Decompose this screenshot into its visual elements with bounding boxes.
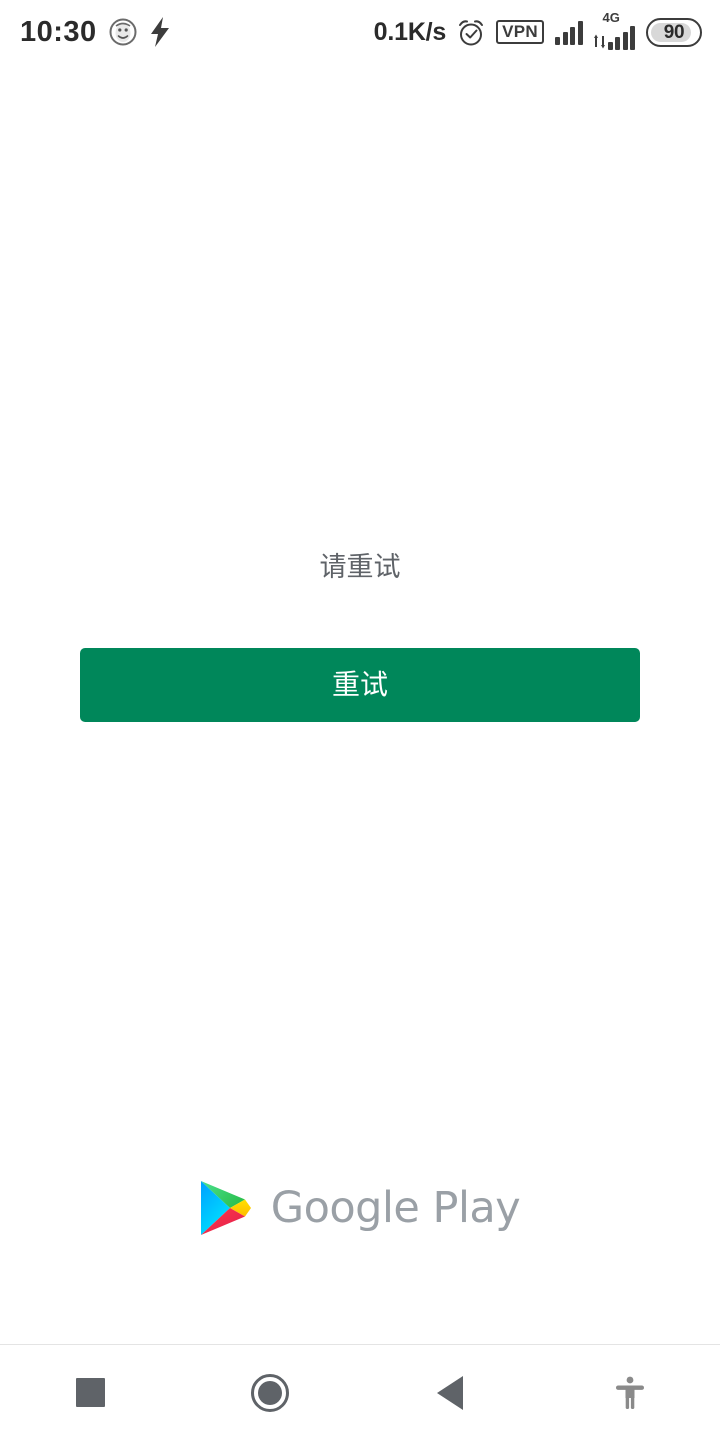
accessibility-person-icon [616,1376,644,1409]
navigation-bar [0,1344,720,1440]
status-bar-clock: 10:30 [20,15,97,48]
triangle-back-icon [437,1375,463,1410]
battery-indicator: 90 [646,17,702,47]
phone-screen: 10:30 0.1K/s VPN 4G 90 请重试 重试 Google Pla… [0,0,720,1440]
status-bar-left: 10:30 [20,17,171,47]
home-button[interactable] [180,1345,360,1440]
status-bar-right: 0.1K/s VPN 4G 90 [373,10,702,50]
main-content: 请重试 重试 Google Play [0,64,720,1344]
google-play-triangle-icon [200,1179,252,1237]
recents-button[interactable] [0,1345,180,1440]
alarm-clock-icon [457,18,485,47]
error-message: 请重试 [319,552,401,583]
square-recents-icon [75,1378,105,1407]
google-play-wordmark: Google Play [270,1182,521,1233]
data-transfer-arrows-icon [593,34,605,49]
mobile-data-4g-icon: 4G [593,10,635,50]
retry-block: 请重试 重试 [0,550,720,723]
signal-bars-icon [555,19,583,45]
status-bar: 10:30 0.1K/s VPN 4G 90 [0,0,720,64]
face-emoji-icon [109,18,137,46]
google-play-branding: Google Play [0,1179,720,1237]
retry-button[interactable]: 重试 [80,648,640,723]
circle-home-icon [251,1373,289,1412]
accessibility-button[interactable] [540,1345,720,1440]
lightning-bolt-icon [149,17,171,47]
network-speed-label: 0.1K/s [373,17,447,46]
battery-level-label: 90 [663,21,685,43]
vpn-badge: VPN [496,20,544,44]
back-button[interactable] [360,1345,540,1440]
network-type-label: 4G [602,10,620,25]
